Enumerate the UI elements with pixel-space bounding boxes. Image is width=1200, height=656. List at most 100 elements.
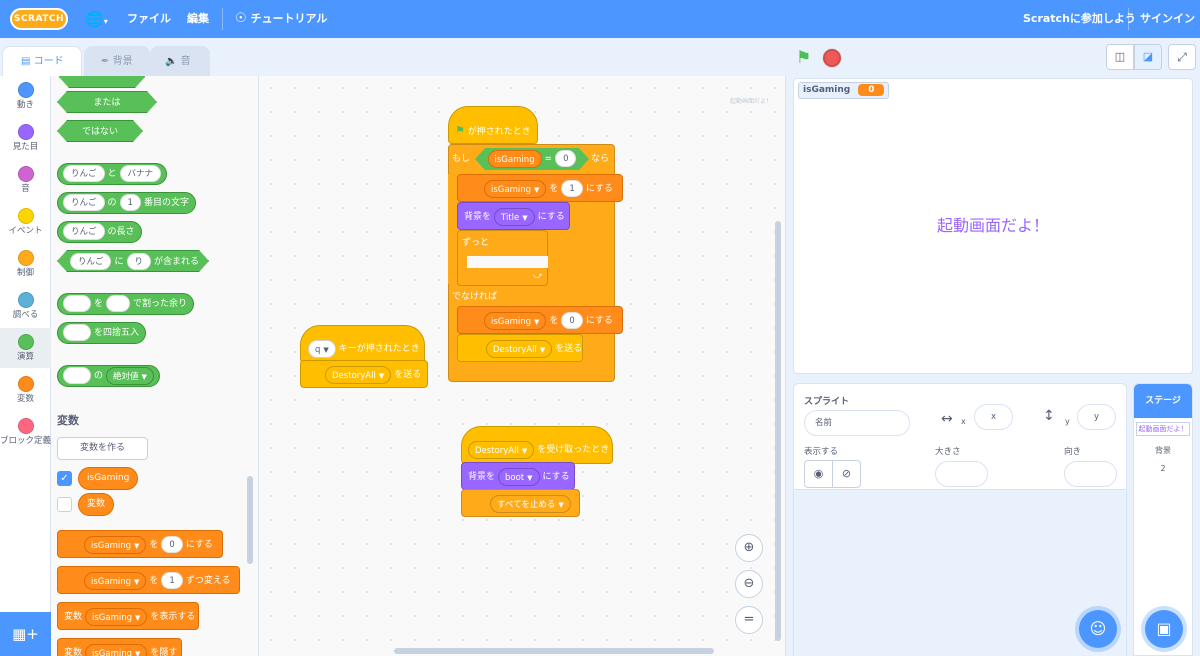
fullscreen-button[interactable]: ⤢ [1168, 44, 1196, 70]
stage-thumbnail[interactable]: 起動画面だよ！ [1136, 422, 1190, 436]
category-my-blocks[interactable]: ブロック定義 [0, 412, 51, 462]
show-variable-block[interactable]: 変数 isGaming ▼ を表示する [57, 602, 199, 630]
tab-backdrop[interactable]: ✒ 背景 [84, 46, 150, 76]
stop-button[interactable] [823, 49, 841, 67]
tab-code[interactable]: ▤ コード [2, 46, 82, 77]
change-value-input[interactable]: 1 [161, 572, 183, 589]
mod-block[interactable]: をで割った余り [57, 293, 195, 315]
backdrop-boot-dropdown[interactable]: boot ▼ [498, 467, 540, 486]
zoom-out-button[interactable]: ⊖ [735, 570, 763, 598]
hide-var-dropdown[interactable]: isGaming ▼ [85, 643, 148, 656]
broadcast2-dropdown[interactable]: DestoryAll ▼ [325, 365, 392, 384]
join-scratch-link[interactable]: Scratchに参加しよう [1023, 0, 1136, 38]
broadcast-destroyall-block-2[interactable]: DestoryAll ▼ を送る [300, 360, 428, 388]
equals-condition[interactable]: isGaming = 0 [475, 148, 589, 170]
stop-all-block[interactable]: すべてを止める ▼ [461, 489, 580, 517]
key-dropdown[interactable]: q ▼ [308, 339, 336, 358]
var-isgaming-reporter[interactable]: isGaming [78, 467, 139, 490]
letter-of-block[interactable]: りんごの 1 番目の文字 [57, 192, 196, 214]
set-isgaming-1-block[interactable]: isGaming ▼ を 1 にする [457, 174, 623, 202]
length-of-block[interactable]: りんご の長さ [57, 221, 142, 243]
not-block[interactable]: ではない [57, 120, 143, 142]
set2-var-dropdown[interactable]: isGaming ▼ [484, 311, 547, 330]
round-input[interactable] [63, 324, 91, 341]
palette-scrollbar[interactable] [247, 476, 253, 564]
signin-link[interactable]: サインイン [1140, 0, 1195, 38]
change-variable-block[interactable]: isGaming ▼ を 1 ずつ変える [57, 566, 240, 594]
set2-value-input[interactable]: 0 [561, 312, 583, 329]
set-var-dropdown[interactable]: isGaming ▼ [84, 535, 147, 554]
stage-canvas[interactable]: isGaming 0 起動画面だよ！ [793, 78, 1193, 374]
workspace-hscrollbar[interactable] [394, 648, 714, 654]
zoom-in-button[interactable]: ⊕ [735, 534, 763, 562]
var-isgaming-checkbox[interactable]: ✓ [57, 471, 72, 486]
set1-value-input[interactable]: 1 [561, 180, 583, 197]
language-globe-icon[interactable]: 🌐▾ [85, 0, 108, 38]
letter-of-input[interactable]: りんご [63, 194, 105, 211]
round-block[interactable]: を四捨五入 [57, 322, 147, 344]
x-input[interactable]: x [974, 404, 1013, 430]
make-variable-button[interactable]: 変数を作る [57, 437, 148, 460]
abs-op-dropdown[interactable]: 絶対値 ▼ [106, 366, 154, 385]
when-flag-clicked-hat[interactable]: ⚑ が押されたとき [448, 106, 538, 144]
when-key-pressed-hat[interactable]: q ▼ キーが押されたとき [300, 325, 425, 363]
join-input-b[interactable]: バナナ [119, 165, 162, 182]
stop-dropdown[interactable]: すべてを止める ▼ [490, 494, 571, 513]
category-motion[interactable]: 動き [0, 76, 51, 116]
hide-variable-block[interactable]: 変数 isGaming ▼ を隠す [57, 638, 182, 656]
contains-block[interactable]: りんごにりが含まれる [57, 250, 209, 272]
choose-sprite-button[interactable]: ☺ [1079, 610, 1117, 648]
letter-num-input[interactable]: 1 [119, 194, 141, 211]
category-looks[interactable]: 見た目 [0, 118, 51, 158]
var-hensu-checkbox[interactable] [57, 497, 72, 512]
tutorial-menu[interactable]: ☉ チュートリアル [235, 0, 327, 38]
choose-backdrop-button[interactable]: ▣ [1145, 610, 1183, 648]
workspace-vscrollbar[interactable] [775, 221, 781, 641]
length-input[interactable]: りんご [63, 223, 105, 240]
cond-var-reporter[interactable]: isGaming [488, 150, 542, 168]
y-input[interactable]: y [1077, 404, 1116, 430]
category-events[interactable]: イベント [0, 202, 51, 242]
stage-selector[interactable]: ステージ 起動画面だよ！ 背景 2 ▣ [1133, 383, 1193, 656]
sprite-name-input[interactable]: 名前 [804, 410, 910, 436]
category-operators[interactable]: 演算 [0, 328, 51, 368]
category-variables[interactable]: 変数 [0, 370, 51, 410]
mod-input-a[interactable] [63, 295, 91, 312]
abs-block[interactable]: の絶対値 ▼ [57, 365, 160, 387]
file-menu[interactable]: ファイル [127, 0, 171, 38]
category-sound[interactable]: 音 [0, 160, 51, 200]
join-input-a[interactable]: りんご [63, 165, 105, 182]
and-block[interactable] [59, 76, 145, 88]
contains-input-a[interactable]: りんご [70, 253, 112, 270]
show-sprite-button[interactable]: ◉ [804, 460, 833, 488]
category-control[interactable]: 制御 [0, 244, 51, 284]
when-receive-hat[interactable]: DestoryAll ▼ を受け取ったとき [461, 426, 613, 464]
mod-input-b[interactable] [106, 295, 131, 312]
set-variable-block[interactable]: isGaming ▼ を 0 にする [57, 530, 223, 558]
backdrop-title-dropdown[interactable]: Title ▼ [494, 207, 535, 226]
join-block[interactable]: りんごとバナナ [57, 163, 168, 185]
category-sensing[interactable]: 調べる [0, 286, 51, 326]
set1-var-dropdown[interactable]: isGaming ▼ [484, 179, 547, 198]
receive-dropdown[interactable]: DestoryAll ▼ [468, 440, 535, 459]
normal-stage-button[interactable]: ◪ [1134, 44, 1162, 70]
edit-menu[interactable]: 編集 [187, 0, 209, 38]
abs-input[interactable] [63, 367, 91, 384]
size-input[interactable] [935, 461, 988, 487]
code-workspace[interactable]: 起動画面だよ！ ⚑ が押されたとき もし isGaming = 0 なら isGam… [259, 76, 786, 656]
add-extension-button[interactable]: ▦+ [0, 612, 51, 656]
green-flag-button[interactable]: ⚑ [796, 48, 816, 68]
set-value-input[interactable]: 0 [161, 536, 183, 553]
show-var-dropdown[interactable]: isGaming ▼ [85, 607, 148, 626]
zoom-reset-button[interactable]: = [735, 606, 763, 634]
direction-input[interactable] [1064, 461, 1117, 487]
hide-sprite-button[interactable]: ⊘ [832, 460, 861, 488]
var-hensu-reporter[interactable]: 変数 [78, 493, 115, 516]
contains-input-b[interactable]: り [127, 253, 152, 270]
small-stage-button[interactable]: ◫ [1106, 44, 1134, 70]
set-isgaming-0-block[interactable]: isGaming ▼ を 0 にする [457, 306, 623, 334]
broadcast-dropdown[interactable]: DestoryAll ▼ [486, 339, 553, 358]
cond-value-input[interactable]: 0 [555, 150, 576, 167]
switch-backdrop-boot-block[interactable]: 背景を boot ▼ にする [461, 462, 575, 490]
change-var-dropdown[interactable]: isGaming ▼ [84, 571, 147, 590]
